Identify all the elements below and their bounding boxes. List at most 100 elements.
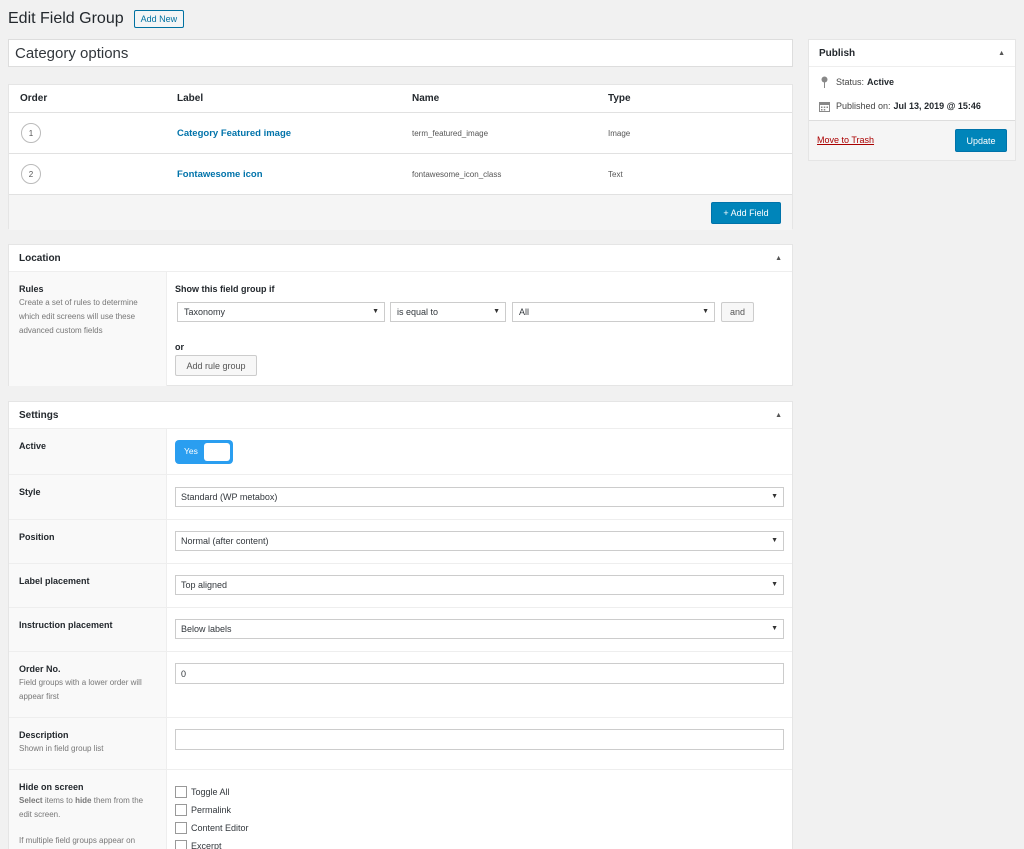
location-header[interactable]: Location ▲ — [9, 245, 792, 272]
instruction-placement-value: Below labels — [181, 624, 232, 634]
checkbox-toggle-all[interactable]: Toggle All — [175, 786, 230, 798]
style-value: Standard (WP metabox) — [181, 492, 278, 502]
location-title: Location — [19, 252, 61, 264]
field-name: fontawesome_icon_class — [412, 169, 502, 179]
field-label-link[interactable]: Category Featured image — [177, 128, 412, 139]
published-label: Published on: — [836, 101, 891, 111]
style-select[interactable]: Standard (WP metabox) ▼ — [175, 487, 784, 507]
hide-on-screen-label: Hide on screen — [19, 782, 84, 792]
field-type: Text — [608, 169, 623, 179]
order-description: Field groups with a lower order will app… — [19, 678, 142, 701]
style-label: Style — [19, 487, 41, 497]
order-label: Order No. — [19, 664, 61, 674]
rules-label-cell: Rules Create a set of rules to determine… — [9, 272, 167, 386]
page-title: Edit Field Group — [8, 10, 124, 27]
checkbox[interactable] — [175, 840, 187, 849]
pin-icon — [818, 76, 830, 88]
field-row[interactable]: 1 Category Featured image term_featured_… — [9, 113, 792, 154]
label-placement-value: Top aligned — [181, 580, 228, 590]
instruction-placement-label: Instruction placement — [19, 620, 113, 630]
add-rule-group-button[interactable]: Add rule group — [175, 355, 257, 376]
dropdown-arrow-icon: ▼ — [771, 625, 778, 632]
dropdown-arrow-icon: ▼ — [372, 308, 379, 315]
hide-desc-select: Select — [19, 796, 43, 805]
add-new-button[interactable]: Add New — [133, 10, 185, 28]
setting-position: Position Normal (after content) ▼ — [9, 520, 792, 564]
description-label: Description — [19, 730, 69, 740]
column-name: Name — [412, 93, 440, 104]
and-button[interactable]: and — [721, 302, 754, 322]
rule-param-value: Taxonomy — [184, 307, 226, 317]
setting-description: Description Shown in field group list — [9, 718, 792, 770]
publish-header[interactable]: Publish ▲ — [809, 40, 1015, 67]
checkbox[interactable] — [175, 822, 187, 834]
rule-operator-value: is equal to — [397, 307, 439, 317]
checkbox-label: Toggle All — [191, 787, 230, 797]
field-label-link[interactable]: Fontawesome icon — [177, 169, 412, 180]
status-row: Status: Active — [809, 70, 1015, 94]
checkbox[interactable] — [175, 786, 187, 798]
setting-hide-on-screen: Hide on screen Select items to hide them… — [9, 770, 792, 849]
checkbox-permalink[interactable]: Permalink — [175, 804, 231, 816]
active-toggle[interactable]: Yes — [175, 440, 233, 464]
publish-title: Publish — [819, 47, 856, 59]
settings-header[interactable]: Settings ▲ — [9, 402, 792, 429]
active-label: Active — [19, 441, 47, 451]
settings-box: Settings ▲ Active Yes Style Standard (WP… — [8, 401, 793, 849]
label-placement-select[interactable]: Top aligned ▼ — [175, 575, 784, 595]
hide-desc-items: items to — [44, 796, 73, 805]
toggle-knob — [204, 443, 230, 461]
rule-param-select[interactable]: Taxonomy ▼ — [177, 302, 385, 322]
checkbox-label: Permalink — [191, 805, 232, 815]
order-input[interactable]: 0 — [175, 663, 784, 684]
order-handle[interactable]: 1 — [21, 123, 41, 143]
checkbox-label: Content Editor — [191, 823, 249, 833]
move-to-trash-link[interactable]: Move to Trash — [817, 135, 874, 145]
status-value: Active — [867, 77, 895, 87]
field-name: term_featured_image — [412, 128, 489, 138]
field-type: Image — [608, 128, 631, 138]
column-type: Type — [608, 93, 631, 104]
setting-label-placement: Label placement Top aligned ▼ — [9, 564, 792, 608]
publish-actions: Move to Trash Update — [809, 120, 1015, 160]
position-label: Position — [19, 532, 55, 542]
column-label: Label — [177, 93, 204, 104]
or-label: or — [175, 342, 184, 352]
collapse-arrow-icon[interactable]: ▲ — [775, 255, 782, 262]
description-input[interactable] — [175, 729, 784, 750]
field-row[interactable]: 2 Fontawesome icon fontawesome_icon_clas… — [9, 154, 792, 195]
hide-on-screen-description: Select items to hide them from the edit … — [19, 794, 156, 822]
collapse-arrow-icon[interactable]: ▲ — [998, 50, 1005, 57]
instruction-placement-select[interactable]: Below labels ▼ — [175, 619, 784, 639]
rules-editor: Show this field group if Taxonomy ▼ is eq… — [167, 272, 792, 386]
fields-table-header: Order Label Name Type — [9, 85, 792, 113]
order-handle[interactable]: 2 — [21, 164, 41, 184]
dropdown-arrow-icon: ▼ — [702, 308, 709, 315]
title-input[interactable]: Category options — [8, 39, 793, 67]
hide-on-screen-description-2: If multiple field groups appear on — [19, 836, 136, 845]
dropdown-arrow-icon: ▼ — [771, 493, 778, 500]
show-if-label: Show this field group if — [175, 284, 275, 294]
checkbox[interactable] — [175, 804, 187, 816]
update-button[interactable]: Update — [955, 129, 1007, 152]
published-value: Jul 13, 2019 @ 15:46 — [893, 101, 981, 111]
rule-operator-select[interactable]: is equal to ▼ — [390, 302, 506, 322]
fields-footer: + Add Field — [9, 195, 792, 230]
published-row: Published on: Jul 13, 2019 @ 15:46 — [809, 94, 1015, 118]
add-field-button[interactable]: + Add Field — [711, 202, 781, 224]
hide-desc-hide: hide — [75, 796, 92, 805]
setting-instruction-placement: Instruction placement Below labels ▼ — [9, 608, 792, 652]
checkbox-content-editor[interactable]: Content Editor — [175, 822, 249, 834]
rules-label: Rules — [19, 284, 44, 294]
dropdown-arrow-icon: ▼ — [771, 581, 778, 588]
location-box: Location ▲ Rules Create a set of rules t… — [8, 244, 793, 386]
column-order: Order — [20, 93, 48, 104]
setting-order: Order No. Field groups with a lower orde… — [9, 652, 792, 718]
rules-description: Create a set of rules to determine which… — [19, 298, 138, 335]
collapse-arrow-icon[interactable]: ▲ — [775, 412, 782, 419]
position-value: Normal (after content) — [181, 536, 269, 546]
checkbox-excerpt[interactable]: Excerpt — [175, 840, 222, 849]
position-select[interactable]: Normal (after content) ▼ — [175, 531, 784, 551]
fields-box: Order Label Name Type 1 Category Feature… — [8, 84, 793, 230]
rule-value-select[interactable]: All ▼ — [512, 302, 715, 322]
